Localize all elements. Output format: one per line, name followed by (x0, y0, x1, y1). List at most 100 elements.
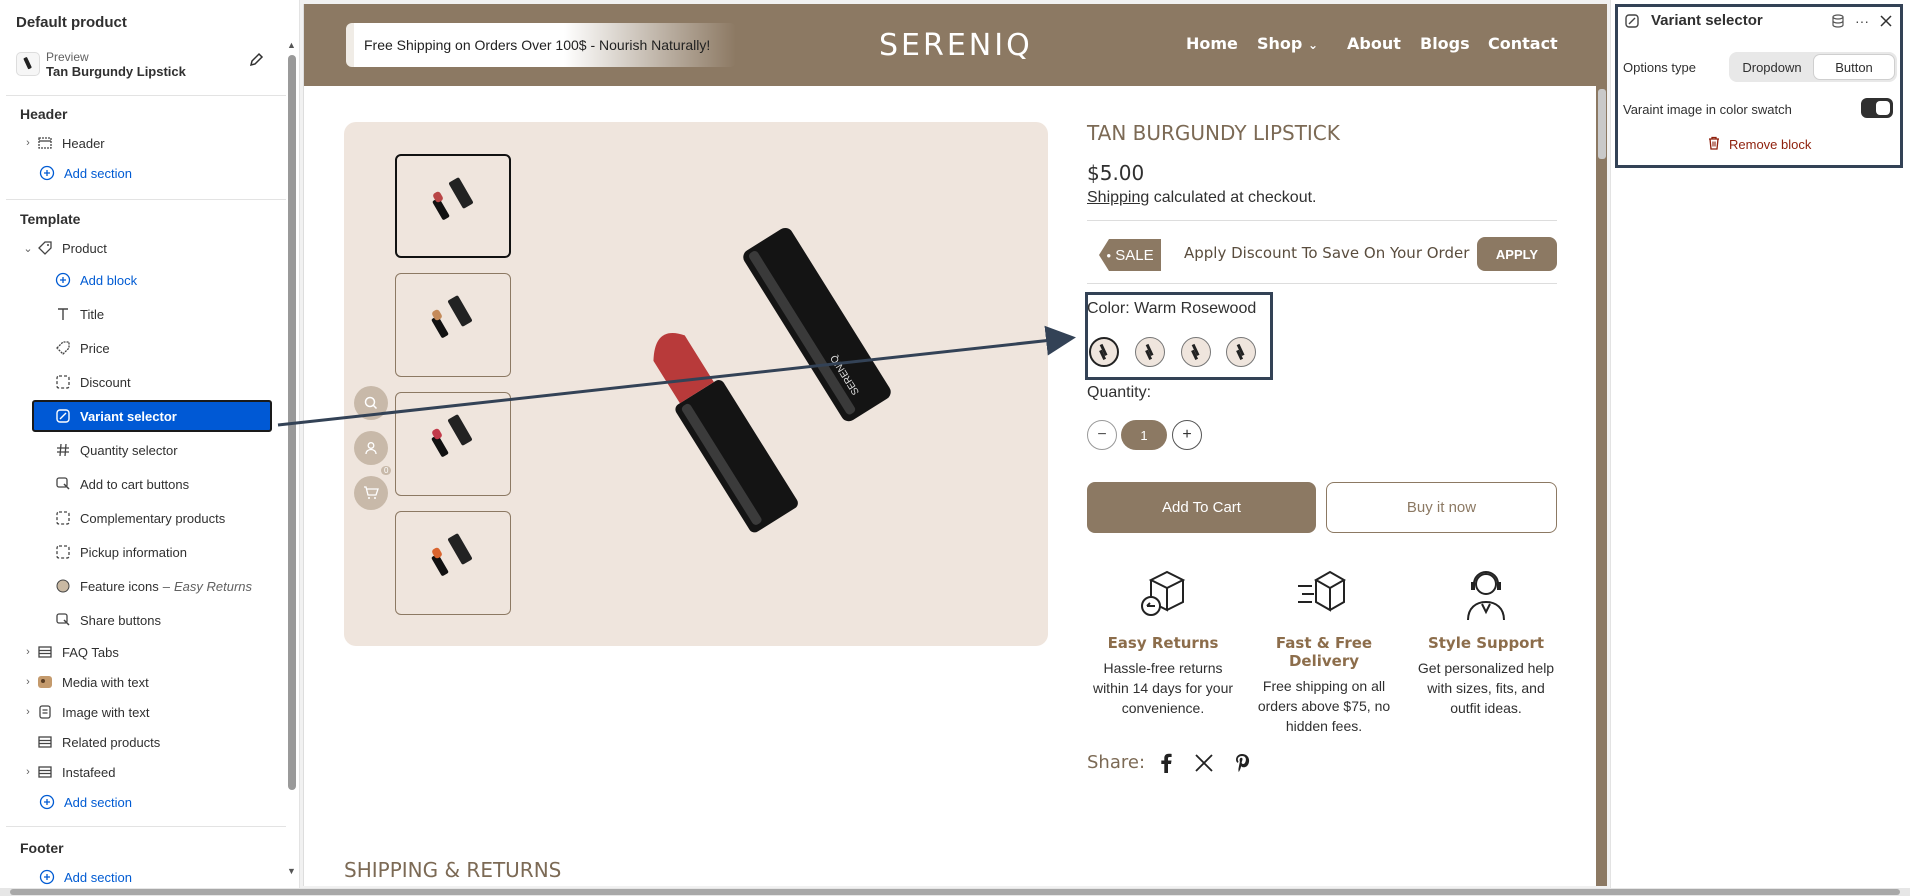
nav-about[interactable]: About (1347, 34, 1401, 53)
add-to-cart-button[interactable]: Add To Cart (1087, 482, 1316, 533)
nav-home[interactable]: Home (1186, 34, 1238, 53)
feature-title: Easy Returns (1107, 634, 1219, 652)
quantity-decrease-button[interactable]: − (1087, 420, 1117, 450)
preview-scroll-track (1596, 86, 1607, 886)
add-section-template-button[interactable]: Add section (38, 788, 132, 816)
add-section-header-button[interactable]: Add section (38, 159, 132, 187)
account-icon[interactable] (354, 431, 388, 465)
cart-icon[interactable] (354, 476, 388, 510)
chevron-right-icon[interactable]: › (20, 646, 36, 658)
pinterest-icon[interactable] (1232, 752, 1252, 774)
chevron-down-icon[interactable]: ⌄ (20, 242, 36, 255)
chevron-right-icon[interactable]: › (20, 137, 36, 149)
nav-shop-label: Shop (1257, 34, 1303, 53)
gallery-thumbnail[interactable] (395, 273, 511, 377)
color-swatch[interactable] (1089, 337, 1119, 367)
remove-block-button[interactable]: Remove block (1707, 136, 1811, 153)
shipping-note: Shipping calculated at checkout. (1087, 189, 1317, 207)
color-swatch[interactable] (1135, 337, 1165, 367)
color-swatch[interactable] (1181, 337, 1211, 367)
divider (6, 95, 286, 96)
block-quantity-label: Quantity selector (80, 442, 178, 458)
nav-contact[interactable]: Contact (1488, 34, 1558, 53)
block-variant-selector[interactable]: Variant selector (32, 400, 272, 432)
option-button[interactable]: Button (1813, 54, 1895, 80)
block-share-label: Share buttons (80, 612, 161, 628)
block-feature-icons[interactable]: Feature icons – Easy Returns (54, 572, 252, 600)
section-image-with-text[interactable]: › Image with text (20, 698, 149, 726)
chevron-right-icon[interactable]: › (20, 676, 36, 688)
cart-cursor-icon (54, 611, 72, 629)
product-main-image[interactable]: SERENIQ (634, 202, 894, 582)
chevron-right-icon[interactable]: › (20, 766, 36, 778)
feature-description: Hassle-free returns within 14 days for y… (1092, 660, 1234, 716)
swatch-image-toggle[interactable] (1861, 98, 1893, 118)
more-options-icon[interactable]: ··· (1853, 12, 1871, 30)
preview-scrollbar[interactable] (1598, 89, 1606, 159)
block-pickup[interactable]: Pickup information (54, 538, 187, 566)
product-title: TAN BURGUNDY LIPSTICK (1087, 121, 1340, 145)
section-image-label: Image with text (62, 704, 150, 720)
option-dropdown[interactable]: Dropdown (1731, 54, 1813, 80)
store-logo[interactable]: SERENIQ (879, 28, 1033, 63)
feature-icons-dash: – (162, 578, 170, 594)
block-discount[interactable]: Discount (54, 368, 131, 396)
plus-circle-icon (38, 164, 56, 182)
sidebar-scrollbar[interactable] (288, 55, 296, 790)
product-price: $5.00 (1087, 161, 1145, 185)
store-preview: Free Shipping on Orders Over 100$ - Nour… (303, 4, 1607, 886)
x-twitter-icon[interactable] (1194, 752, 1214, 774)
gallery-thumbnail[interactable] (395, 511, 511, 615)
add-block-button[interactable]: Add block (54, 266, 137, 294)
quantity-input[interactable]: 1 (1121, 420, 1167, 450)
quantity-increase-button[interactable]: + (1172, 420, 1202, 450)
section-faq-tabs[interactable]: › FAQ Tabs (20, 638, 119, 666)
editor-sidebar: Default product Preview Tan Burgundy Lip… (0, 0, 300, 890)
horizontal-scroll-thumb[interactable] (10, 889, 1900, 895)
section-media-with-text[interactable]: › Media with text (20, 668, 149, 696)
search-icon[interactable] (354, 386, 388, 420)
sale-tag-label: SALE (1115, 246, 1154, 264)
delivery-box-icon (1249, 566, 1399, 622)
block-add-to-cart-label: Add to cart buttons (80, 476, 190, 492)
nav-blogs[interactable]: Blogs (1420, 34, 1470, 53)
chevron-right-icon[interactable]: › (20, 706, 36, 718)
apply-discount-button[interactable]: APPLY (1477, 237, 1557, 271)
horizontal-scrollbar[interactable] (0, 888, 1910, 896)
block-share-buttons[interactable]: Share buttons (54, 606, 161, 634)
sale-tag: ● SALE (1099, 239, 1161, 271)
block-add-to-cart[interactable]: Add to cart buttons (54, 470, 189, 498)
buy-now-button[interactable]: Buy it now (1326, 482, 1557, 533)
block-price[interactable]: Price (54, 334, 110, 362)
section-instafeed[interactable]: › Instafeed (20, 758, 115, 786)
options-type-segmented: Dropdown Button (1729, 52, 1897, 82)
facebook-icon[interactable] (1156, 752, 1176, 774)
database-icon[interactable] (1829, 12, 1847, 30)
gallery-thumbnail[interactable] (395, 392, 511, 496)
divider (6, 826, 286, 827)
gallery-thumbnail[interactable] (395, 154, 511, 258)
block-quantity-selector[interactable]: Quantity selector (54, 436, 178, 464)
close-icon[interactable] (1877, 12, 1895, 30)
plus-circle-icon (54, 271, 72, 289)
scroll-up-arrow[interactable]: ▲ (287, 40, 296, 50)
quantity-label: Quantity: (1087, 384, 1152, 401)
section-product[interactable]: ⌄ Product (20, 234, 106, 262)
color-swatch[interactable] (1226, 337, 1256, 367)
section-related-products[interactable]: Related products (36, 728, 160, 756)
block-feature-icons-label: Feature icons (80, 578, 159, 594)
block-complementary[interactable]: Complementary products (54, 504, 225, 532)
section-header[interactable]: › Header (20, 129, 104, 157)
add-section-footer-button[interactable]: Add section (38, 863, 132, 890)
nav-shop[interactable]: Shop ⌄ (1257, 34, 1318, 53)
preview-selector[interactable]: Preview Tan Burgundy Lipstick (16, 50, 266, 82)
header-group-heading: Header (20, 106, 68, 122)
shipping-returns-heading[interactable]: SHIPPING & RETURNS (344, 858, 561, 882)
feature-title: Fast & Free Delivery (1275, 634, 1373, 670)
scroll-down-arrow[interactable]: ▼ (287, 866, 296, 876)
feature-description: Get personalized help with sizes, fits, … (1417, 660, 1555, 716)
edit-pencil-icon[interactable] (248, 52, 266, 70)
block-title[interactable]: Title (54, 300, 104, 328)
price-tag-icon (54, 339, 72, 357)
shipping-link[interactable]: Shipping (1087, 189, 1149, 206)
